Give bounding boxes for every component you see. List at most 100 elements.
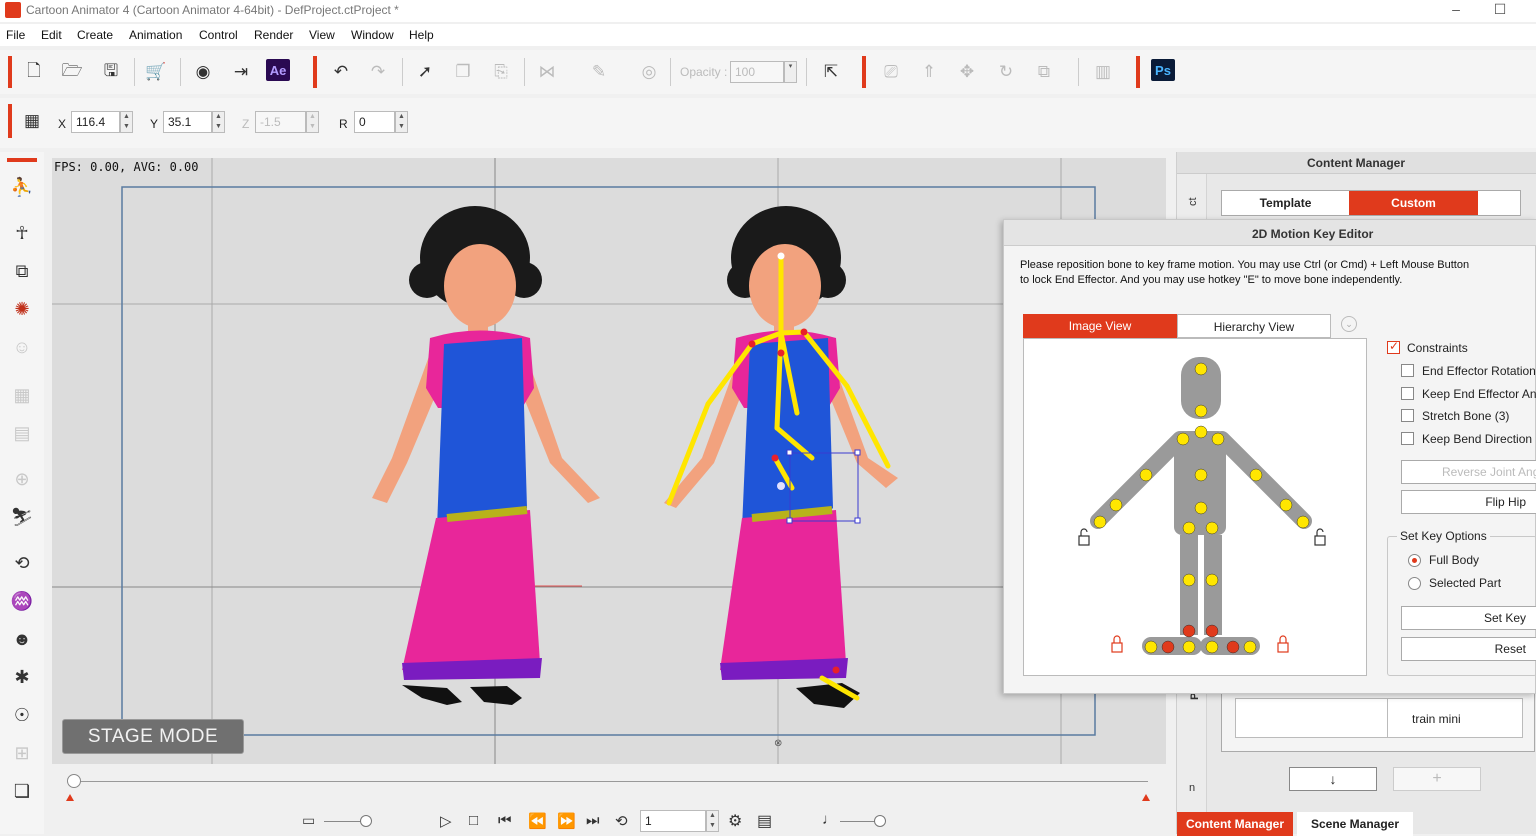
z-spinner[interactable]: ▲ ▼ [306,111,319,133]
select-arrow-icon[interactable]: ➚ [412,59,438,85]
subtitle-icon[interactable]: ▭ [302,812,315,829]
face-key-icon[interactable]: ☺ [9,334,35,360]
stop-icon[interactable]: □ [469,812,478,829]
loop-icon[interactable]: ⟲ [615,812,628,830]
timeline-grid-icon[interactable]: ▦ [9,382,35,408]
keep-bend-direction-checkbox[interactable] [1401,432,1414,445]
joint-dots[interactable] [1093,362,1310,654]
menu-help[interactable]: Help [409,28,434,42]
r-spinner[interactable]: ▲ ▼ [395,111,408,133]
selected-part-radio[interactable] [1408,577,1421,590]
menu-view[interactable]: View [309,28,335,42]
character-left[interactable] [372,206,600,705]
keep-end-effector-checkbox[interactable] [1401,387,1414,400]
set-ground-icon[interactable]: ⇱ [818,59,844,85]
y-spinner[interactable]: ▲ ▼ [212,111,225,133]
menu-render[interactable]: Render [254,28,293,42]
body-puppet-icon[interactable]: ✱ [9,664,35,690]
tab-custom[interactable]: Custom [1349,191,1478,215]
x-spinner[interactable]: ▲ ▼ [120,111,133,133]
bone-editor-icon[interactable]: ☥ [9,220,35,246]
timeline-track[interactable] [72,781,1148,782]
edit-pen-icon[interactable]: ✎ [586,59,612,85]
mesh-icon[interactable]: ⊞ [9,740,35,766]
flip-hip-button[interactable]: Flip Hip [1401,490,1536,514]
save-icon[interactable]: 🖫 [98,59,124,85]
stage-viewport[interactable]: ⊗ [52,158,1166,764]
redo-icon[interactable]: ↷ [365,59,391,85]
tab-scene-manager[interactable]: Scene Manager [1297,812,1413,836]
z-field[interactable]: -1.5 [255,111,306,133]
maximize-button[interactable]: ☐ [1480,0,1520,22]
visibility-eye-icon[interactable]: ◎ [636,59,662,85]
flip-icon[interactable]: ⋈ [534,59,560,85]
undo-icon[interactable]: ↶ [328,59,354,85]
constraints-checkbox[interactable]: ✓ [1387,339,1400,354]
paste-icon[interactable]: ⎘ [488,59,514,85]
tab-template[interactable]: Template [1222,191,1349,215]
set-key-button[interactable]: Set Key [1401,606,1536,630]
spring-icon[interactable]: ♒ [9,588,35,614]
speed-slider-knob[interactable] [360,815,372,827]
move-icon[interactable]: ✥ [954,59,980,85]
menu-animation[interactable]: Animation [129,28,182,42]
sprite-editor-icon[interactable]: ⧉ [9,258,35,284]
frame-spinner[interactable]: ▲ ▼ [706,810,719,832]
next-frame-icon[interactable]: ⏩ [557,812,576,830]
new-file-icon[interactable]: 🗋 [21,59,47,85]
copy-icon[interactable]: ❐ [450,59,476,85]
side-tab-n[interactable]: n [1189,782,1195,794]
full-body-radio[interactable] [1408,554,1421,567]
download-arrow-icon[interactable]: ↓ [1289,767,1377,791]
content-item-blank[interactable] [1235,698,1389,738]
motion-pilot-icon[interactable]: ⛷ [9,504,35,530]
menu-window[interactable]: Window [351,28,394,42]
play-icon[interactable]: ▷ [440,812,452,830]
preview-render-icon[interactable]: ◉ [190,59,216,85]
opacity-field[interactable]: 100 [730,61,784,83]
add-plus-icon[interactable]: + [1393,767,1481,791]
side-tab-project[interactable]: ct [1187,197,1199,206]
scale-icon[interactable]: ⧉ [1031,59,1057,85]
face-puppet-icon[interactable]: ☻ [9,626,35,652]
menu-edit[interactable]: Edit [41,28,62,42]
reset-button[interactable]: Reset [1401,637,1536,661]
first-frame-icon[interactable]: ⏮ [498,812,512,829]
grid-icon[interactable]: ▦ [19,108,45,134]
opacity-dropdown[interactable]: ▾ [784,61,797,83]
frame-field[interactable]: 1 [640,810,706,832]
music-note-icon[interactable]: ♩ [822,811,837,828]
x-field[interactable]: 116.4 [71,111,120,133]
r-field[interactable]: 0 [354,111,395,133]
prev-frame-icon[interactable]: ⏪ [528,812,547,830]
last-frame-icon[interactable]: ⏭ [586,812,600,829]
frame-icon[interactable]: ▤ [9,420,35,446]
range-end-marker[interactable] [1142,794,1150,801]
range-start-marker[interactable] [66,794,74,801]
timeline-scrubber[interactable] [67,774,81,788]
minimize-button[interactable]: – [1436,0,1476,22]
tab-hierarchy-view[interactable]: Hierarchy View [1177,314,1331,338]
lip-sync-icon[interactable]: ☉ [9,702,35,728]
stretch-bone-checkbox[interactable] [1401,409,1414,422]
reverse-joint-button[interactable]: Reverse Joint Ang [1401,460,1536,484]
rotate-icon[interactable]: ↻ [993,59,1019,85]
volume-slider-knob[interactable] [874,815,886,827]
export-icon[interactable]: ⇥ [228,59,254,85]
layer-icon[interactable]: ❏ [9,778,35,804]
character-composer-icon[interactable]: ⛹ [9,174,35,200]
store-cart-icon[interactable]: 🛒 [143,59,169,85]
menu-control[interactable]: Control [199,28,238,42]
photoshop-icon[interactable]: Ps [1151,59,1175,81]
collapse-chevron-icon[interactable]: ⌄ [1341,316,1357,332]
timeline-panel-icon[interactable]: ▤ [757,811,772,831]
move-y-icon[interactable]: ⇑ [916,59,942,85]
image-view-canvas[interactable] [1023,338,1367,676]
end-effector-rotation-checkbox[interactable] [1401,364,1414,377]
open-folder-icon[interactable]: 🗁 [59,59,85,85]
elastic-icon[interactable]: ⟲ [9,550,35,576]
3d-head-icon[interactable]: ⊕ [9,466,35,492]
camera-icon[interactable]: ⎚ [878,59,904,85]
menu-create[interactable]: Create [77,28,113,42]
align-icon[interactable]: ▥ [1090,59,1116,85]
